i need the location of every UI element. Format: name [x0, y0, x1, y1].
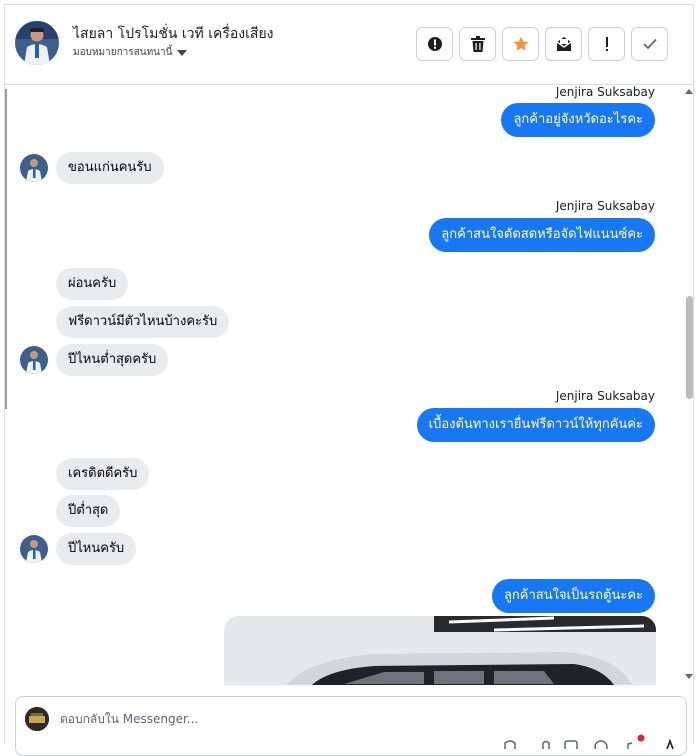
outgoing-message[interactable]: ลูกค้าสนใจตัดสดหรือจัดไฟแนนซ์คะ — [429, 218, 655, 252]
mark-unread-button[interactable] — [545, 27, 582, 61]
scroll-down-icon[interactable] — [685, 674, 693, 679]
customer-avatar-small — [20, 154, 48, 182]
star-button[interactable] — [502, 27, 539, 61]
customer-avatar[interactable] — [15, 21, 59, 65]
done-button[interactable] — [631, 27, 668, 61]
chat-scrollbar[interactable] — [685, 85, 693, 685]
page-avatar — [25, 707, 49, 731]
exclamation-icon — [605, 37, 608, 51]
customer-name: ไสยลา โปรโมชั่น เวที เครื่องเสียง — [73, 26, 274, 42]
incoming-message[interactable]: ฟรีดาวน์มีตัวไหนบ้างคะรับ — [56, 306, 230, 338]
message-sender: Jenjira Suksabay — [555, 199, 655, 213]
reply-composer — [15, 696, 687, 756]
conversation-header: ไสยลา โปรโมชั่น เวที เครื่องเสียง มอบหมา… — [5, 5, 693, 85]
trash-icon — [470, 36, 485, 52]
incoming-message[interactable]: เครดิตดีครับ — [56, 458, 150, 490]
mark-unread-icon — [556, 37, 571, 51]
incoming-message[interactable]: ปีไหนต่ำสุดครับ — [56, 344, 169, 376]
outgoing-message[interactable]: ลูกค้าสนใจเป็นรถตู้นะคะ — [491, 579, 655, 613]
emoji-icon[interactable] — [504, 739, 516, 749]
conversation-panel: ไสยลา โปรโมชั่น เวที เครื่องเสียง มอบหมา… — [4, 4, 694, 756]
important-button[interactable] — [416, 27, 453, 61]
scroll-thumb[interactable] — [686, 296, 693, 399]
outgoing-message[interactable]: เบื้องต้นทางเรายื่นฟรีดาวน์ให้ทุกคันค่ะ — [416, 408, 655, 442]
reply-input[interactable] — [60, 707, 620, 731]
message-thread[interactable]: Jenjira Suksabay ลูกค้าอยู่จังหวัดอะไรคะ… — [5, 85, 693, 685]
notification-dot-icon — [637, 734, 645, 742]
incoming-message[interactable]: ปีไหนครับ — [56, 533, 137, 565]
important-icon — [427, 37, 442, 51]
incoming-message[interactable]: ขอนแก่นคนรับ — [56, 152, 164, 184]
caret-down-icon — [177, 49, 188, 56]
image-icon[interactable] — [564, 739, 578, 749]
scroll-up-icon[interactable] — [685, 89, 693, 94]
header-actions — [416, 27, 668, 61]
assign-dropdown[interactable]: มอบหมายการสนทนานี้ — [73, 45, 188, 60]
attachment-icon[interactable] — [540, 739, 552, 749]
gif-icon[interactable] — [594, 739, 608, 749]
assign-label: มอบหมายการสนทนานี้ — [73, 47, 173, 58]
outgoing-message[interactable]: ลูกค้าอยู่จังหวัดอะไรคะ — [501, 103, 655, 137]
customer-avatar-small — [20, 346, 48, 374]
send-icon[interactable] — [666, 739, 674, 749]
van-photo-attachment[interactable] — [224, 616, 656, 685]
incoming-message[interactable]: ปีต่ำสุด — [56, 495, 121, 527]
message-sender: Jenjira Suksabay — [555, 389, 655, 403]
customer-avatar-small — [20, 535, 48, 563]
saved-reply-icon[interactable] — [626, 739, 636, 749]
delete-button[interactable] — [459, 27, 496, 61]
incoming-message[interactable]: ผ่อนครับ — [56, 268, 129, 300]
message-sender: Jenjira Suksabay — [555, 85, 655, 99]
spam-button[interactable] — [588, 27, 625, 61]
star-icon — [513, 36, 528, 51]
check-icon — [642, 38, 657, 50]
